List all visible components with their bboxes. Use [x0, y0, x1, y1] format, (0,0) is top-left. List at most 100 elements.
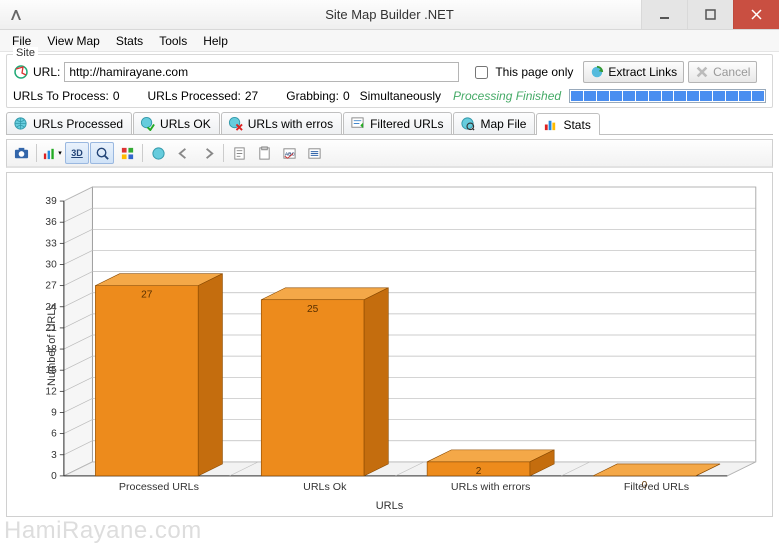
- tab-label: URLs OK: [160, 117, 211, 131]
- status-finished-text: Processing Finished: [453, 89, 561, 103]
- chart-type-icon: [42, 146, 57, 161]
- tab-urls-processed[interactable]: URLs Processed: [6, 112, 132, 134]
- status-grabbing-label: Grabbing:: [286, 89, 339, 103]
- status-grabbing-value: 0: [343, 89, 350, 103]
- minimize-button[interactable]: [641, 0, 687, 29]
- globe-refresh-icon: [590, 65, 604, 79]
- status-simultaneously-label: Simultaneously: [360, 89, 441, 103]
- status-to-process-label: URLs To Process:: [13, 89, 109, 103]
- app-icon: [8, 7, 24, 23]
- tab-label: Stats: [563, 118, 590, 132]
- list-icon: [307, 146, 322, 161]
- toolbar-camera-button[interactable]: [9, 142, 33, 164]
- maximize-icon: [705, 9, 716, 20]
- tab-label: URLs with erros: [248, 117, 333, 131]
- menu-stats[interactable]: Stats: [108, 32, 151, 50]
- map-icon: [460, 116, 475, 131]
- tab-urls-errors[interactable]: URLs with erros: [221, 112, 342, 134]
- maximize-button[interactable]: [687, 0, 733, 29]
- toolbar-abc-button[interactable]: ABC: [277, 142, 301, 164]
- chart-toolbar: ▾ 3D ABC: [6, 139, 773, 168]
- status-to-process-value: 0: [113, 89, 120, 103]
- clipboard-icon: [257, 146, 272, 161]
- x-icon: [695, 65, 709, 79]
- toolbar-page-button[interactable]: [227, 142, 251, 164]
- globe-icon: [151, 146, 166, 161]
- menu-tools[interactable]: Tools: [151, 32, 195, 50]
- globe-check-icon: [140, 116, 155, 131]
- filter-icon: [350, 116, 365, 131]
- close-button[interactable]: [733, 0, 779, 29]
- page-icon: [232, 146, 247, 161]
- titlebar: Site Map Builder .NET: [0, 0, 779, 30]
- x-axis-title: URLs: [376, 500, 404, 512]
- globe-x-icon: [228, 116, 243, 131]
- svg-text:12: 12: [45, 386, 57, 397]
- extract-links-button[interactable]: Extract Links: [583, 61, 684, 83]
- cancel-button[interactable]: Cancel: [688, 61, 757, 83]
- svg-text:URLs with errors: URLs with errors: [451, 481, 530, 493]
- toolbar-3d-button[interactable]: 3D: [65, 142, 89, 164]
- svg-text:3: 3: [51, 450, 57, 461]
- site-groupbox: Site URL: This page only Extract Links C…: [6, 54, 773, 108]
- menu-view-map[interactable]: View Map: [39, 32, 107, 50]
- bar-chart-icon: [543, 117, 558, 132]
- globe-icon: [13, 116, 28, 131]
- this-page-only-label: This page only: [495, 65, 573, 79]
- toolbar-clipboard-button[interactable]: [252, 142, 276, 164]
- toolbar-zoom-button[interactable]: [90, 142, 114, 164]
- minimize-icon: [659, 9, 670, 20]
- separator: [142, 144, 143, 162]
- tab-map-file[interactable]: Map File: [453, 112, 535, 134]
- progress-bar: [569, 89, 766, 103]
- svg-text:URLs Ok: URLs Ok: [303, 481, 347, 493]
- svg-text:2: 2: [476, 466, 482, 477]
- cancel-label: Cancel: [713, 65, 750, 79]
- tab-filtered-urls[interactable]: Filtered URLs: [343, 112, 452, 134]
- toolbar-next-button[interactable]: [196, 142, 220, 164]
- arrow-right-icon: [201, 146, 216, 161]
- svg-text:33: 33: [45, 238, 57, 249]
- svg-text:0: 0: [51, 471, 57, 482]
- svg-text:Filtered URLs: Filtered URLs: [624, 481, 689, 493]
- menubar: File View Map Stats Tools Help: [0, 30, 779, 52]
- url-label: URL:: [33, 65, 60, 79]
- svg-text:39: 39: [45, 196, 57, 207]
- svg-text:Processed URLs: Processed URLs: [119, 481, 199, 493]
- menu-help[interactable]: Help: [195, 32, 236, 50]
- tab-urls-ok[interactable]: URLs OK: [133, 112, 220, 134]
- svg-text:9: 9: [51, 408, 57, 419]
- watermark: HamiRayane.com: [4, 517, 202, 545]
- color-icon: [120, 146, 135, 161]
- tabstrip: URLs Processed URLs OK URLs with erros F…: [6, 112, 773, 135]
- svg-text:6: 6: [51, 429, 57, 440]
- url-icon: [13, 64, 29, 80]
- svg-text:36: 36: [45, 217, 57, 228]
- toolbar-color-button[interactable]: [115, 142, 139, 164]
- abc-icon: ABC: [282, 146, 297, 161]
- url-input[interactable]: [64, 62, 459, 82]
- toolbar-list-button[interactable]: [302, 142, 326, 164]
- toolbar-prev-button[interactable]: [171, 142, 195, 164]
- tab-label: Filtered URLs: [370, 117, 443, 131]
- svg-text:27: 27: [45, 281, 57, 292]
- toolbar-chart-type-button[interactable]: ▾: [40, 142, 64, 164]
- this-page-only-checkbox[interactable]: [475, 66, 488, 79]
- extract-links-label: Extract Links: [608, 65, 677, 79]
- svg-text:25: 25: [307, 304, 319, 315]
- status-processed-value: 27: [245, 89, 258, 103]
- zoom-icon: [95, 146, 110, 161]
- toolbar-globe-button[interactable]: [146, 142, 170, 164]
- site-legend: Site: [13, 47, 38, 59]
- 3d-icon: 3D: [71, 148, 83, 158]
- svg-text:30: 30: [45, 260, 57, 271]
- tab-label: URLs Processed: [33, 117, 123, 131]
- svg-text:27: 27: [141, 290, 153, 301]
- tab-stats[interactable]: Stats: [536, 113, 599, 135]
- camera-icon: [14, 146, 29, 161]
- tab-label: Map File: [480, 117, 526, 131]
- y-axis-title: Number of URLs: [46, 304, 58, 386]
- separator: [223, 144, 224, 162]
- separator: [36, 144, 37, 162]
- close-icon: [751, 9, 762, 20]
